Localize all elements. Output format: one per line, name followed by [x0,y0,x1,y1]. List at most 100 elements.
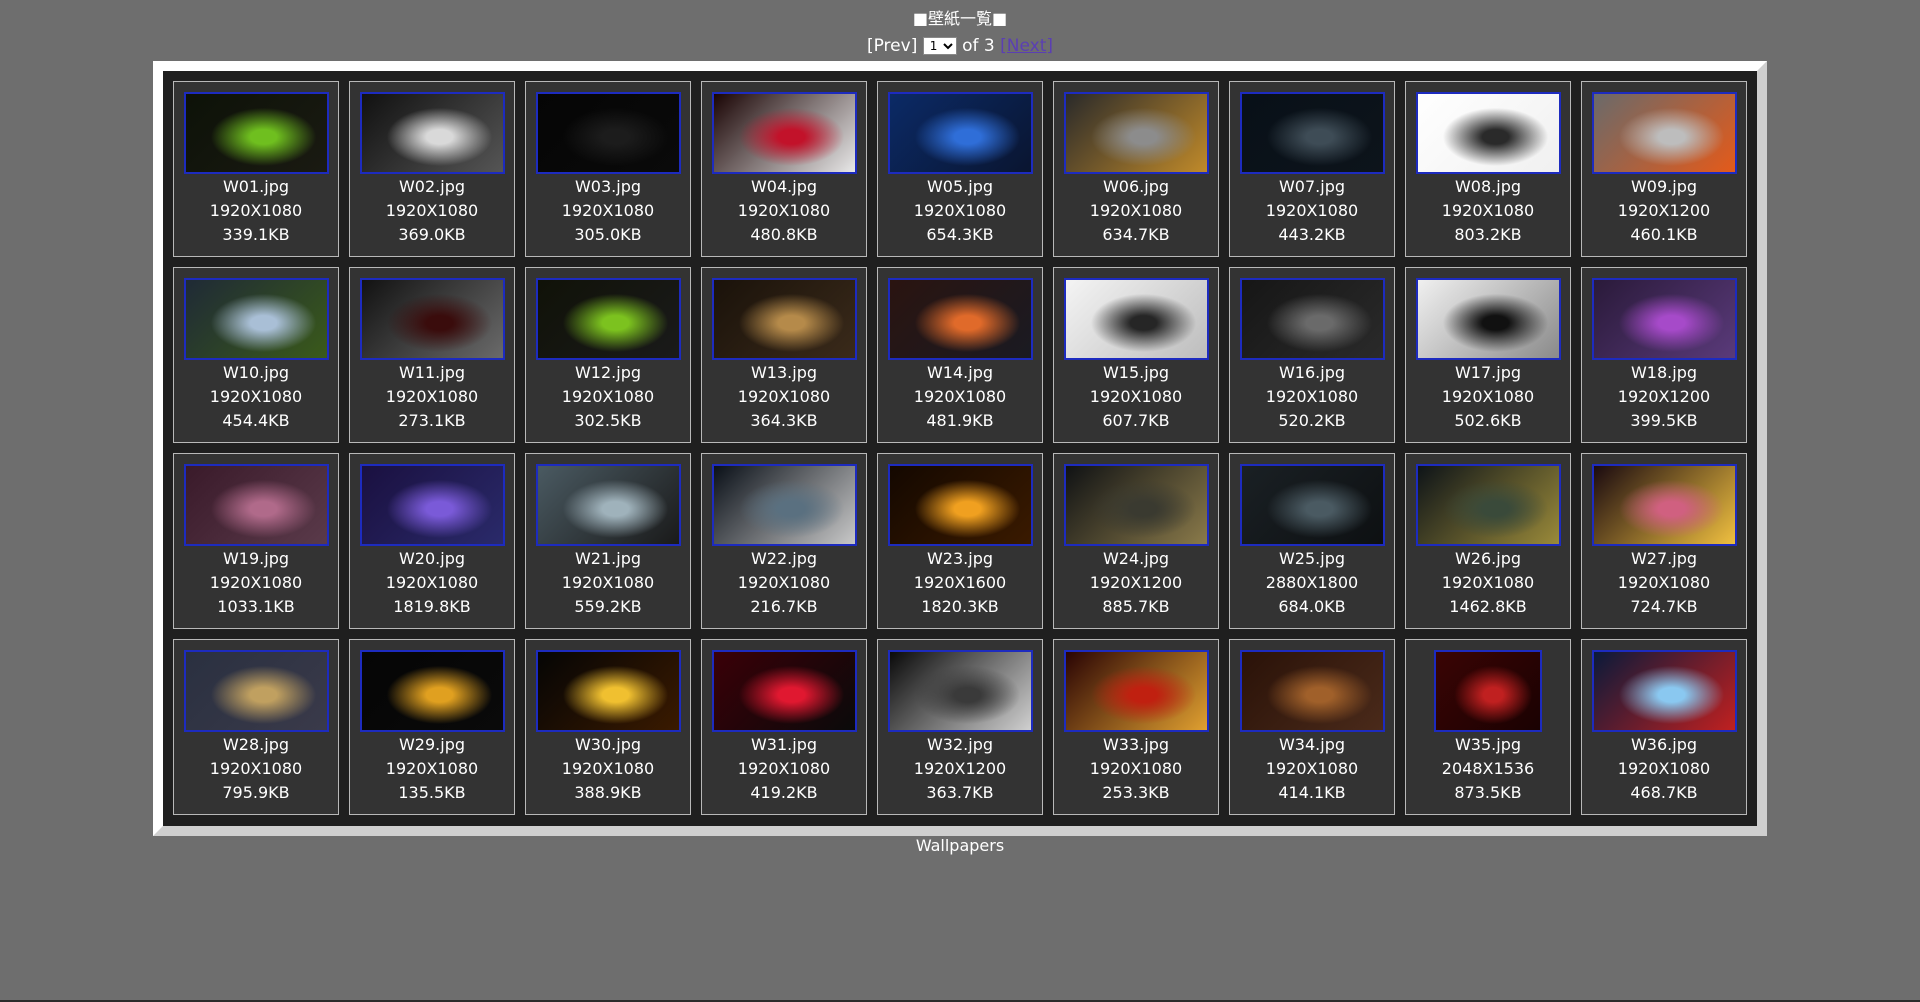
wallpaper-tile[interactable]: W18.jpg 1920X1200 399.5KB [1581,267,1747,443]
wallpaper-filename: W11.jpg [398,363,466,382]
wallpaper-thumbnail[interactable] [359,650,505,732]
wallpaper-thumbnail[interactable] [887,92,1033,174]
wallpaper-resolution: 1920X1080 [1441,573,1535,592]
wallpaper-tile[interactable]: W30.jpg 1920X1080 388.9KB [525,639,691,815]
wallpaper-tile[interactable]: W26.jpg 1920X1080 1462.8KB [1405,453,1571,629]
wallpaper-thumbnail[interactable] [711,650,857,732]
wallpaper-thumbnail[interactable] [535,650,681,732]
wallpaper-filename: W18.jpg [1630,363,1698,382]
wallpaper-tile[interactable]: W02.jpg 1920X1080 369.0KB [349,81,515,257]
wallpaper-thumbnail[interactable] [183,278,329,360]
wallpaper-filesize: 654.3KB [926,225,994,244]
wallpaper-resolution: 1920X1080 [385,387,479,406]
gallery-frame: W01.jpg 1920X1080 339.1KB W02.jpg 1920X1080 3… [153,61,1767,836]
wallpaper-index-page: ■壁紙一覧■ [Prev] 1 of 3 [Next] W01.jpg 1920X… [0,0,1920,1002]
wallpaper-thumbnail[interactable] [1591,650,1737,732]
wallpaper-thumbnail[interactable] [359,92,505,174]
wallpaper-tile[interactable]: W11.jpg 1920X1080 273.1KB [349,267,515,443]
wallpaper-tile[interactable]: W21.jpg 1920X1080 559.2KB [525,453,691,629]
wallpaper-tile[interactable]: W33.jpg 1920X1080 253.3KB [1053,639,1219,815]
wallpaper-tile[interactable]: W28.jpg 1920X1080 795.9KB [173,639,339,815]
wallpaper-resolution: 1920X1080 [1617,573,1711,592]
wallpaper-tile[interactable]: W14.jpg 1920X1080 481.9KB [877,267,1043,443]
page-select[interactable]: 1 [922,37,957,55]
wallpaper-tile[interactable]: W03.jpg 1920X1080 305.0KB [525,81,691,257]
wallpaper-tile[interactable]: W24.jpg 1920X1200 885.7KB [1053,453,1219,629]
wallpaper-tile[interactable]: W36.jpg 1920X1080 468.7KB [1581,639,1747,815]
wallpaper-thumbnail[interactable] [1063,278,1209,360]
wallpaper-thumbnail[interactable] [1591,464,1737,546]
wallpaper-tile[interactable]: W13.jpg 1920X1080 364.3KB [701,267,867,443]
gallery-caption: Wallpapers [915,836,1005,855]
wallpaper-thumbnail[interactable] [887,278,1033,360]
wallpaper-filesize: 419.2KB [750,783,818,802]
wallpaper-tile[interactable]: W05.jpg 1920X1080 654.3KB [877,81,1043,257]
wallpaper-thumbnail[interactable] [1591,92,1737,174]
wallpaper-tile[interactable]: W22.jpg 1920X1080 216.7KB [701,453,867,629]
wallpaper-filename: W19.jpg [222,549,290,568]
wallpaper-thumbnail[interactable] [711,92,857,174]
wallpaper-thumbnail[interactable] [359,278,505,360]
wallpaper-filesize: 724.7KB [1630,597,1698,616]
wallpaper-tile[interactable]: W32.jpg 1920X1200 363.7KB [877,639,1043,815]
wallpaper-resolution: 1920X1200 [913,759,1007,778]
wallpaper-thumbnail[interactable] [1239,464,1385,546]
wallpaper-thumbnail[interactable] [711,464,857,546]
wallpaper-tile[interactable]: W17.jpg 1920X1080 502.6KB [1405,267,1571,443]
wallpaper-tile[interactable]: W34.jpg 1920X1080 414.1KB [1229,639,1395,815]
wallpaper-resolution: 1920X1080 [737,387,831,406]
wallpaper-thumbnail[interactable] [1239,278,1385,360]
wallpaper-tile[interactable]: W19.jpg 1920X1080 1033.1KB [173,453,339,629]
wallpaper-thumbnail[interactable] [183,92,329,174]
wallpaper-thumbnail[interactable] [535,278,681,360]
wallpaper-filesize: 607.7KB [1102,411,1170,430]
wallpaper-resolution: 1920X1200 [1089,573,1183,592]
wallpaper-thumbnail[interactable] [1063,92,1209,174]
wallpaper-tile[interactable]: W31.jpg 1920X1080 419.2KB [701,639,867,815]
wallpaper-tile[interactable]: W15.jpg 1920X1080 607.7KB [1053,267,1219,443]
wallpaper-thumbnail[interactable] [1415,464,1561,546]
wallpaper-filename: W30.jpg [574,735,642,754]
wallpaper-thumbnail[interactable] [1415,278,1561,360]
wallpaper-thumbnail[interactable] [1063,464,1209,546]
wallpaper-thumbnail[interactable] [359,464,505,546]
wallpaper-tile[interactable]: W09.jpg 1920X1200 460.1KB [1581,81,1747,257]
wallpaper-thumbnail[interactable] [535,92,681,174]
wallpaper-tile[interactable]: W01.jpg 1920X1080 339.1KB [173,81,339,257]
wallpaper-tile[interactable]: W29.jpg 1920X1080 135.5KB [349,639,515,815]
wallpaper-filesize: 634.7KB [1102,225,1170,244]
wallpaper-tile[interactable]: W07.jpg 1920X1080 443.2KB [1229,81,1395,257]
wallpaper-filename: W12.jpg [574,363,642,382]
wallpaper-tile[interactable]: W06.jpg 1920X1080 634.7KB [1053,81,1219,257]
wallpaper-tile[interactable]: W12.jpg 1920X1080 302.5KB [525,267,691,443]
wallpaper-tile[interactable]: W35.jpg 2048X1536 873.5KB [1405,639,1571,815]
wallpaper-resolution: 2048X1536 [1441,759,1535,778]
wallpaper-tile[interactable]: W25.jpg 2880X1800 684.0KB [1229,453,1395,629]
next-link[interactable]: [Next] [1000,36,1053,56]
wallpaper-tile[interactable]: W27.jpg 1920X1080 724.7KB [1581,453,1747,629]
wallpaper-thumbnail[interactable] [1434,650,1542,732]
wallpaper-thumbnail[interactable] [711,278,857,360]
wallpaper-thumbnail[interactable] [887,650,1033,732]
wallpaper-tile[interactable]: W20.jpg 1920X1080 1819.8KB [349,453,515,629]
wallpaper-thumbnail[interactable] [535,464,681,546]
wallpaper-thumbnail[interactable] [887,464,1033,546]
wallpaper-tile[interactable]: W04.jpg 1920X1080 480.8KB [701,81,867,257]
wallpaper-tile[interactable]: W16.jpg 1920X1080 520.2KB [1229,267,1395,443]
wallpaper-thumbnail[interactable] [183,464,329,546]
prev-link[interactable]: [Prev] [867,36,917,56]
wallpaper-filename: W29.jpg [398,735,466,754]
wallpaper-tile[interactable]: W23.jpg 1920X1600 1820.3KB [877,453,1043,629]
wallpaper-thumbnail[interactable] [1063,650,1209,732]
wallpaper-resolution: 1920X1200 [1617,387,1711,406]
wallpaper-thumbnail[interactable] [1239,650,1385,732]
wallpaper-tile[interactable]: W10.jpg 1920X1080 454.4KB [173,267,339,443]
wallpaper-thumbnail[interactable] [183,650,329,732]
wallpaper-thumbnail[interactable] [1415,92,1561,174]
wallpaper-thumbnail[interactable] [1239,92,1385,174]
wallpaper-resolution: 1920X1080 [1441,387,1535,406]
wallpaper-filename: W04.jpg [750,177,818,196]
wallpaper-tile[interactable]: W08.jpg 1920X1080 803.2KB [1405,81,1571,257]
wallpaper-filesize: 468.7KB [1630,783,1698,802]
wallpaper-thumbnail[interactable] [1591,278,1737,360]
